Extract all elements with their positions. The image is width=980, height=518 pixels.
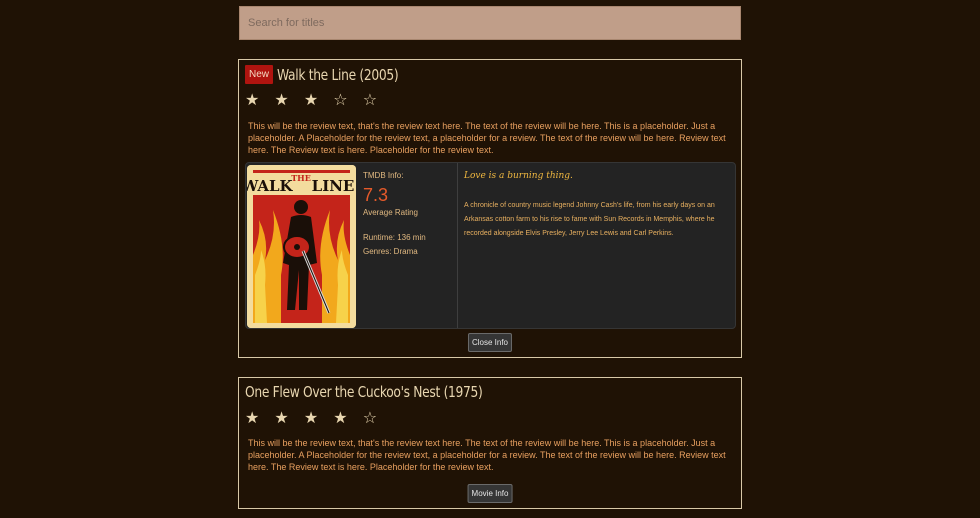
new-badge: New (245, 65, 274, 84)
review-card: New Walk the Line (2005) ★ ★ ★ ☆ ☆ This … (238, 59, 742, 358)
average-rating-label: Average Rating (363, 208, 418, 217)
movie-info-button[interactable]: Movie Info (467, 484, 513, 503)
poster-image: WALK THE LINE (247, 165, 356, 328)
close-info-button[interactable]: Close Info (467, 333, 513, 352)
review-text: This will be the review text, that's the… (248, 121, 726, 155)
movie-info-panel: WALK THE LINE TMDB Info: 7.3 Average Rat… (245, 162, 736, 329)
poster-title-line: LINE (312, 177, 355, 195)
star-rating: ★ ★ ★ ☆ ☆ (245, 90, 383, 109)
genres: Genres: Drama (363, 247, 418, 256)
review-header: One Flew Over the Cuckoo's Nest (1975) (245, 383, 535, 401)
movie-title: Walk the Line (2005) (277, 65, 399, 84)
movie-overview: A chronicle of country music legend John… (464, 202, 715, 237)
runtime: Runtime: 136 min (363, 233, 426, 242)
tmdb-rating: 7.3 (363, 185, 389, 205)
movie-poster: WALK THE LINE (247, 165, 356, 328)
panel-divider (457, 163, 458, 328)
star-rating: ★ ★ ★ ★ ☆ (245, 408, 383, 427)
poster-title-walk: WALK (247, 177, 294, 195)
movie-title: One Flew Over the Cuckoo's Nest (1975) (245, 383, 483, 401)
poster-title-the: THE (291, 173, 311, 183)
review-text: This will be the review text, that's the… (248, 438, 726, 472)
movie-tagline: Love is a burning thing. (464, 171, 573, 181)
search-bar[interactable] (239, 6, 741, 40)
movie-meta: Runtime: 136 min Genres: Drama (363, 231, 458, 259)
tmdb-info: TMDB Info: 7.3 Average Rating Runtime: 1… (363, 171, 458, 259)
review-card: One Flew Over the Cuckoo's Nest (1975) ★… (238, 377, 742, 509)
search-input[interactable] (246, 6, 740, 40)
tmdb-label: TMDB Info: (363, 171, 404, 180)
review-header: New Walk the Line (2005) (245, 65, 425, 84)
